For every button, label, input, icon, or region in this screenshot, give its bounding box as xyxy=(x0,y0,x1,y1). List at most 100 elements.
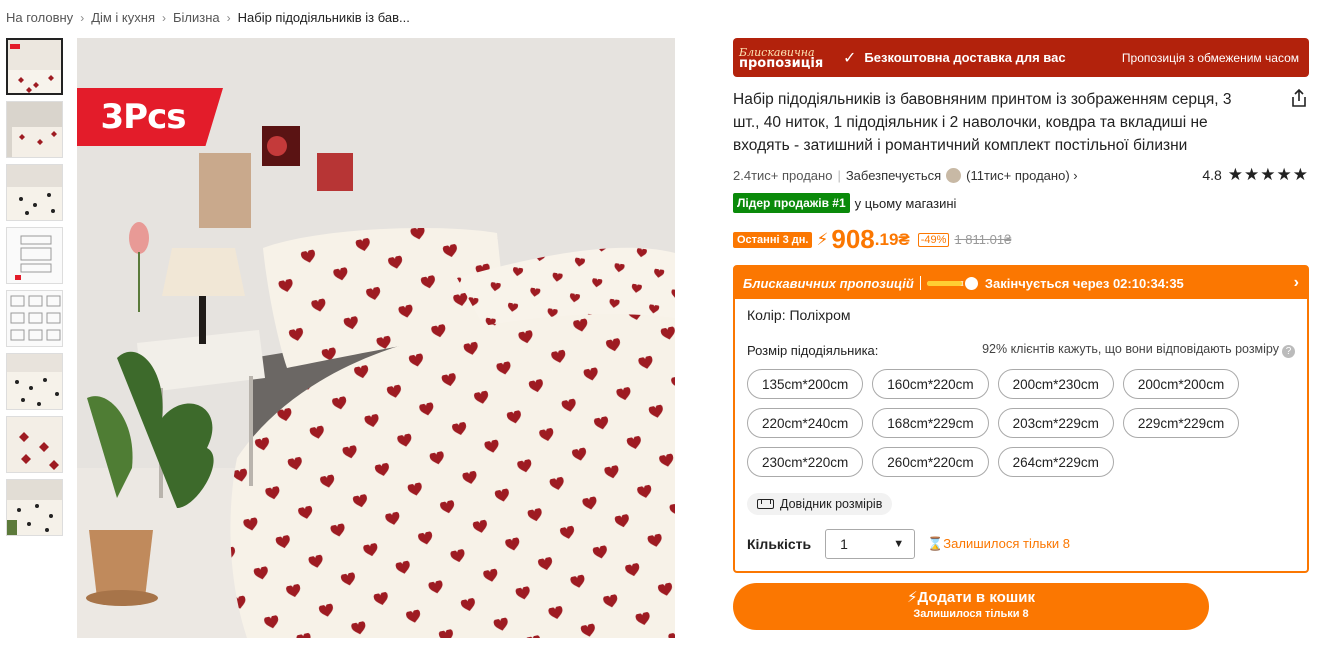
price-row: Останні 3 дн. ⚡ 908.19₴ -49% 1 811.01₴ xyxy=(733,224,1309,255)
breadcrumb-separator: › xyxy=(161,10,166,25)
thumbnail-list xyxy=(6,38,64,542)
thumbnail-image xyxy=(7,480,62,535)
sales-stats: 2.4тис+ продано | Забезпечується (11тис+ … xyxy=(733,165,1309,185)
countdown-text: Закінчується через 02:10:34:35 xyxy=(984,275,1184,291)
main-product-image[interactable]: 3Pcs xyxy=(77,38,675,638)
stock-left: ⌛Залишилося тільки 8 xyxy=(927,536,1070,552)
flash-sale-banner: Блискавична пропозиція ✓ Безкоштовна дос… xyxy=(733,38,1309,77)
best-seller-badge: Лідер продажів #1 xyxy=(733,193,850,213)
size-guide-label: Довідник розмірів xyxy=(780,497,883,511)
flash-sale-box: Блискавичних пропозицій Закінчується чер… xyxy=(733,265,1309,573)
size-guide-button[interactable]: Довідник розмірів xyxy=(747,493,893,515)
thumbnail-4[interactable] xyxy=(6,227,63,284)
add-to-cart-subtext: Залишилося тільки 8 xyxy=(913,608,1029,620)
size-option[interactable]: 135cm*200cm xyxy=(747,369,864,399)
pieces-badge: 3Pcs xyxy=(77,88,223,146)
chevron-right-icon: › xyxy=(1293,274,1299,291)
price-decimals: .19₴ xyxy=(874,229,910,249)
size-option[interactable]: 230cm*220cm xyxy=(747,447,864,477)
size-row: 220cm*240cm 168cm*229cm 203cm*229cm 229c… xyxy=(747,408,1295,438)
size-options: 135cm*200cm 160cm*220cm 200cm*230cm 200c… xyxy=(747,369,1295,477)
rating-value: 4.8 xyxy=(1202,167,1222,183)
flash-sale-header[interactable]: Блискавичних пропозицій Закінчується чер… xyxy=(735,267,1307,299)
size-option[interactable]: 203cm*229cm xyxy=(997,408,1114,438)
lightning-icon: ⚡ xyxy=(816,229,829,249)
timer-progress xyxy=(926,274,980,292)
thumbnail-image xyxy=(8,40,61,93)
thumbnail-3[interactable] xyxy=(6,164,63,221)
product-title: Набір підодіяльників із бавовняним принт… xyxy=(733,91,1232,154)
quantity-row: Кількість 1 ▼ ⌛Залишилося тільки 8 xyxy=(747,529,1295,559)
store-sold-count: (11тис+ продано) xyxy=(966,167,1070,183)
old-price: 1 811.01₴ xyxy=(954,232,1012,247)
breadcrumb-home-kitchen[interactable]: Дім і кухня xyxy=(91,10,155,25)
quantity-value: 1 xyxy=(840,536,848,552)
ruler-icon xyxy=(757,499,774,509)
price-main: 908 xyxy=(831,224,875,254)
size-option[interactable]: 200cm*200cm xyxy=(1122,369,1240,399)
thumbnail-image xyxy=(7,291,62,346)
secured-by-store[interactable]: Забезпечується (11тис+ продано) › xyxy=(845,167,1078,183)
size-label: Розмір підодіяльника: xyxy=(747,342,879,358)
size-option[interactable]: 168cm*229cm xyxy=(872,408,989,438)
breadcrumb: На головну › Дім і кухня › Білизна › Наб… xyxy=(6,10,410,25)
thumbnail-image xyxy=(7,165,62,220)
breadcrumb-bedding[interactable]: Білизна xyxy=(173,10,220,25)
thumbnail-5[interactable] xyxy=(6,290,63,347)
best-seller-row: Лідер продажів #1 у цьому магазині xyxy=(733,193,1309,213)
color-label: Колір: Поліхром xyxy=(747,307,851,323)
flash-sale-name: Блискавичних пропозицій xyxy=(743,275,914,291)
fit-note: 92% клієнтів кажуть, що вони відповідают… xyxy=(982,342,1295,358)
help-icon[interactable]: ? xyxy=(1282,345,1295,358)
limited-offer-text: Пропозиція з обмеженим часом xyxy=(1121,50,1299,65)
add-to-cart-label: Додати в кошик xyxy=(917,589,1036,606)
thumbnail-image xyxy=(7,228,62,283)
size-row: 135cm*200cm 160cm*220cm 200cm*230cm 200c… xyxy=(747,369,1295,399)
size-option[interactable]: 200cm*230cm xyxy=(997,369,1114,399)
thumbnail-image xyxy=(7,417,62,472)
timer-progress-fill xyxy=(926,280,963,286)
breadcrumb-current: Набір підодіяльників із бав... xyxy=(237,10,410,25)
free-shipping-text: Безкоштовна доставка для вас xyxy=(864,50,1066,65)
check-icon: ✓ xyxy=(843,49,857,67)
clock-icon xyxy=(962,274,980,292)
thumbnail-7[interactable] xyxy=(6,416,63,473)
stock-left-text: Залишилося тільки 8 xyxy=(943,536,1071,551)
thumbnail-6[interactable] xyxy=(6,353,63,410)
secured-by-label: Забезпечується xyxy=(845,167,942,183)
thumbnail-2[interactable] xyxy=(6,101,63,158)
last-days-badge: Останні 3 дн. xyxy=(733,231,813,248)
thumbnail-1[interactable] xyxy=(6,38,63,95)
product-info-panel: Блискавична пропозиція ✓ Безкоштовна дос… xyxy=(733,38,1309,630)
thumbnail-image xyxy=(7,354,62,409)
size-row: 230cm*220cm 260cm*220cm 264cm*229cm xyxy=(747,447,1295,477)
divider: | xyxy=(837,167,841,183)
share-icon[interactable] xyxy=(1289,88,1309,108)
breadcrumb-separator: › xyxy=(226,10,231,25)
hourglass-icon: ⌛ xyxy=(927,536,944,551)
add-to-cart-button[interactable]: ⚡Додати в кошик Залишилося тільки 8 xyxy=(733,583,1209,630)
chevron-right-icon: › xyxy=(1073,167,1078,183)
breadcrumb-home[interactable]: На головну xyxy=(6,10,73,25)
fit-note-text: 92% клієнтів кажуть, що вони відповідают… xyxy=(982,342,1279,356)
quantity-label: Кількість xyxy=(747,536,812,552)
lightning-icon: ⚡ xyxy=(906,589,918,606)
size-option[interactable]: 220cm*240cm xyxy=(747,408,864,438)
size-option[interactable]: 260cm*220cm xyxy=(872,447,989,477)
size-option[interactable]: 229cm*229cm xyxy=(1122,408,1240,438)
rating[interactable]: 4.8 ★★★★★ xyxy=(1202,165,1309,185)
thumbnail-8[interactable] xyxy=(6,479,63,536)
discount-badge: -49% xyxy=(917,232,950,247)
breadcrumb-separator: › xyxy=(80,10,85,25)
chevron-down-icon: ▼ xyxy=(893,538,905,550)
size-option[interactable]: 264cm*229cm xyxy=(997,447,1114,477)
divider xyxy=(919,276,921,290)
store-avatar-icon xyxy=(946,167,962,183)
thumbnail-image xyxy=(7,102,62,157)
size-option[interactable]: 160cm*220cm xyxy=(872,369,989,399)
quantity-select[interactable]: 1 ▼ xyxy=(825,529,916,559)
flash-sale-logo: Блискавична пропозиція xyxy=(739,45,824,71)
sold-count: 2.4тис+ продано xyxy=(733,167,833,183)
best-seller-text: у цьому магазині xyxy=(854,195,957,211)
star-icons: ★★★★★ xyxy=(1227,165,1309,184)
